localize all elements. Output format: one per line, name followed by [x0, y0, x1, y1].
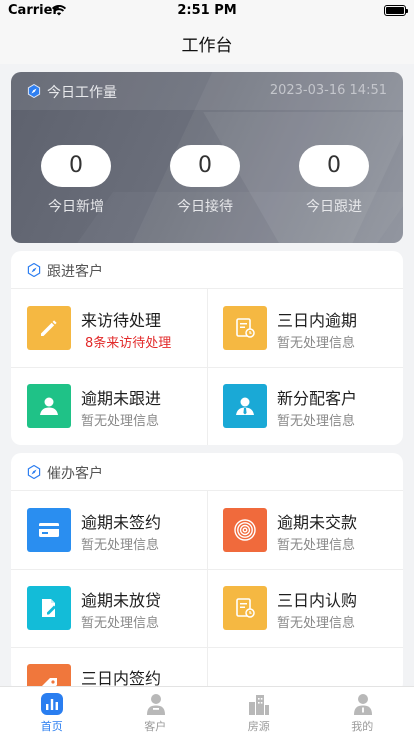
cell-subtitle: 暂无处理信息: [277, 616, 356, 631]
person-tie-icon: [223, 384, 267, 428]
tab-home[interactable]: 首页: [0, 687, 104, 736]
building-icon: [249, 695, 269, 715]
tab-label: 我的: [351, 720, 374, 733]
nav-bar: 工作台: [0, 22, 414, 64]
tab-label: 房源: [247, 720, 270, 733]
cell-overdue-unpaid[interactable]: 逾期未交款 暂无处理信息: [207, 491, 403, 569]
cell-subtitle: 暂无处理信息: [277, 538, 356, 553]
compass-icon: [27, 263, 41, 277]
workload-title: 今日工作量: [47, 85, 117, 101]
page-title: 工作台: [181, 36, 233, 56]
cell-overdue-no-loan[interactable]: 逾期未放贷 暂无处理信息: [11, 569, 207, 647]
urge-section: 催办客户 逾期未签约 暂无处理信息 逾期未交款 暂无处理信息 逾期未放贷 暂无处…: [11, 453, 403, 693]
profile-icon: [353, 694, 372, 715]
stat-value: 0: [170, 145, 240, 187]
compass-icon: [27, 465, 41, 479]
fingerprint-icon: [223, 508, 267, 552]
tab-listings[interactable]: 房源: [207, 687, 311, 736]
cell-title: 逾期未跟进: [81, 389, 162, 408]
stat-value: 0: [299, 145, 369, 187]
cell-visit-pending[interactable]: 来访待处理 8条来访待处理: [11, 289, 207, 367]
tab-label: 首页: [40, 720, 63, 733]
stat-value: 0: [41, 145, 111, 187]
cell-subtitle: 暂无处理信息: [277, 336, 356, 351]
calendar-clock-icon: [223, 306, 267, 350]
workload-header: 今日工作量 2023-03-16 14:51: [11, 72, 403, 110]
status-bar: Carrier 2:51 PM: [0, 0, 414, 22]
follow-section: 跟进客户 来访待处理 8条来访待处理 三日内逾期 暂无处理信息 逾期未跟进 暂无…: [11, 251, 403, 445]
stat-today-reception[interactable]: 0 今日接待: [170, 145, 240, 216]
urge-section-header: 催办客户: [11, 453, 403, 491]
workload-card: 今日工作量 2023-03-16 14:51 0 今日新增 0 今日接待 0 今…: [11, 72, 403, 243]
cell-title: 逾期未交款: [277, 513, 358, 532]
stat-label: 今日新增: [48, 199, 104, 215]
cell-subtitle: 暂无处理信息: [81, 616, 160, 631]
user-icon: [146, 694, 165, 715]
stat-today-followup[interactable]: 0 今日跟进: [299, 145, 369, 216]
chart-icon: [41, 693, 63, 715]
follow-section-header: 跟进客户: [11, 251, 403, 289]
cell-subtitle: 8条来访待处理: [85, 336, 172, 351]
calendar-clock-icon: [223, 586, 267, 630]
cell-overdue-no-followup[interactable]: 逾期未跟进 暂无处理信息: [11, 367, 207, 445]
tab-bar: 首页 客户 房源 我的: [0, 686, 414, 736]
cell-overdue-3days[interactable]: 三日内逾期 暂无处理信息: [207, 289, 403, 367]
cell-overdue-unsigned[interactable]: 逾期未签约 暂无处理信息: [11, 491, 207, 569]
stat-today-new[interactable]: 0 今日新增: [41, 145, 111, 216]
section-title: 催办客户: [47, 466, 103, 482]
document-pen-icon: [27, 586, 71, 630]
cell-title: 逾期未放贷: [81, 591, 162, 610]
tab-customers[interactable]: 客户: [104, 687, 208, 736]
battery-icon: [384, 5, 408, 16]
cell-title: 三日内逾期: [277, 311, 358, 330]
cell-subtitle: 暂无处理信息: [81, 538, 160, 553]
workload-date: 2023-03-16 14:51: [269, 83, 387, 98]
pencil-icon: [27, 306, 71, 350]
cell-subtitle: 暂无处理信息: [277, 414, 356, 429]
cell-title: 逾期未签约: [81, 513, 162, 532]
cell-newly-assigned[interactable]: 新分配客户 暂无处理信息: [207, 367, 403, 445]
compass-icon: [27, 84, 41, 98]
tab-mine[interactable]: 我的: [311, 687, 414, 736]
section-title: 跟进客户: [47, 264, 103, 280]
cell-title: 新分配客户: [277, 389, 358, 408]
cell-subtitle: 暂无处理信息: [81, 414, 160, 429]
stat-label: 今日跟进: [306, 199, 362, 215]
cell-subscribe-3days[interactable]: 三日内认购 暂无处理信息: [207, 569, 403, 647]
card-icon: [27, 508, 71, 552]
status-time: 2:51 PM: [177, 3, 237, 18]
tab-label: 客户: [144, 720, 167, 733]
cell-title: 三日内认购: [277, 591, 358, 610]
stat-label: 今日接待: [177, 199, 233, 215]
cell-title: 来访待处理: [81, 311, 162, 330]
person-icon: [27, 384, 71, 428]
